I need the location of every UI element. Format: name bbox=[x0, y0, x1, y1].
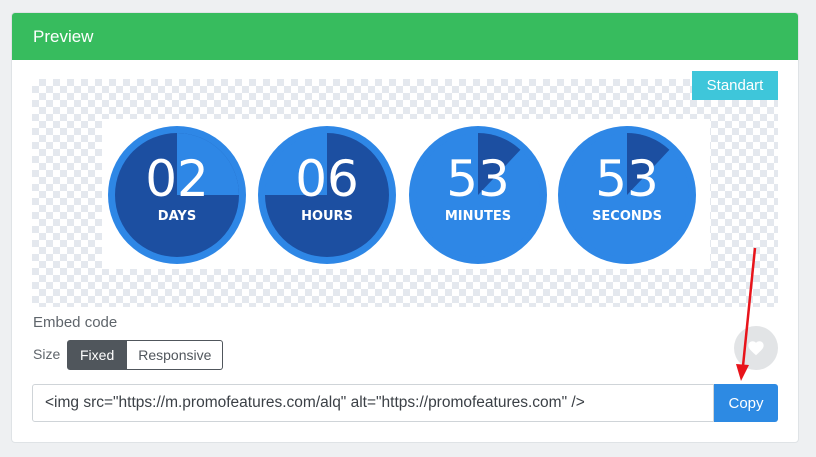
favorite-button[interactable] bbox=[734, 326, 778, 370]
copy-button[interactable]: Copy bbox=[714, 384, 778, 422]
dial-days: 02 DAYS bbox=[108, 126, 246, 264]
embed-code-input[interactable] bbox=[32, 384, 714, 422]
hours-label: HOURS bbox=[301, 209, 353, 224]
dial-minutes: 53 MINUTES bbox=[409, 126, 547, 264]
preview-panel: Preview Standart 02 DAYS 06 HOURS 53 MIN… bbox=[11, 12, 799, 443]
days-value: 02 bbox=[145, 150, 209, 208]
countdown-timer: 02 DAYS 06 HOURS 53 MINUTES 53 SECONDS bbox=[102, 119, 710, 269]
size-fixed-button[interactable]: Fixed bbox=[67, 340, 128, 370]
standart-badge[interactable]: Standart bbox=[692, 71, 778, 100]
seconds-label: SECONDS bbox=[592, 209, 662, 224]
seconds-value: 53 bbox=[595, 150, 659, 208]
size-responsive-button[interactable]: Responsive bbox=[127, 340, 224, 370]
size-toggle: Fixed Responsive bbox=[67, 340, 224, 370]
embed-code-label: Embed code bbox=[33, 314, 118, 331]
hours-value: 06 bbox=[295, 150, 359, 208]
size-label: Size bbox=[33, 346, 61, 362]
heart-icon bbox=[748, 341, 764, 356]
minutes-label: MINUTES bbox=[444, 209, 512, 224]
preview-canvas: Standart 02 DAYS 06 HOURS 53 MINUTES 53 … bbox=[32, 71, 778, 307]
minutes-value: 53 bbox=[446, 150, 510, 208]
panel-title: Preview bbox=[12, 13, 798, 60]
days-label: DAYS bbox=[157, 209, 197, 224]
dial-hours: 06 HOURS bbox=[258, 126, 396, 264]
dial-seconds: 53 SECONDS bbox=[558, 126, 696, 264]
